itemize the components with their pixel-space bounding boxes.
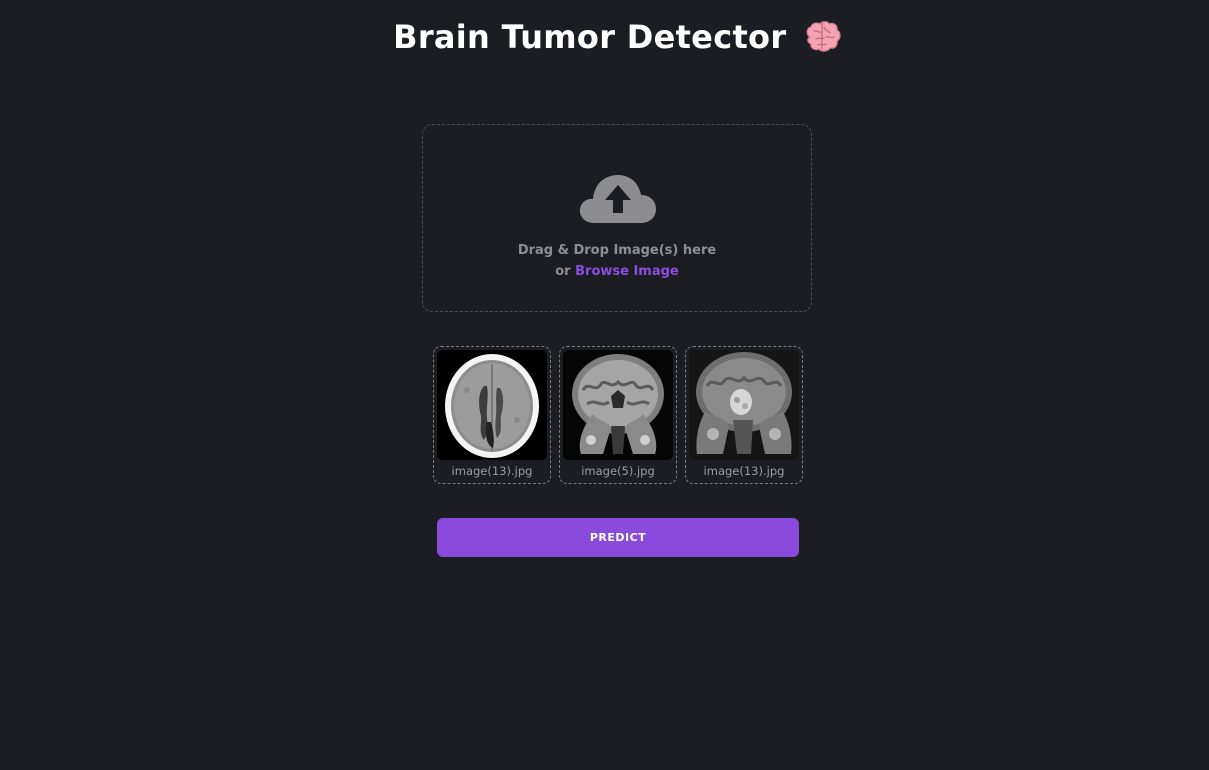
- image-dropzone[interactable]: Drag & Drop Image(s) here or Browse Imag…: [422, 124, 812, 312]
- thumbnail-filename: image(13).jpg: [451, 464, 533, 478]
- dropzone-or-text: or: [555, 264, 571, 279]
- thumbnail-image-tumor-scan: [689, 350, 799, 460]
- page-title-text: Brain Tumor Detector: [393, 18, 787, 56]
- thumbnail-filename: image(13).jpg: [703, 464, 785, 478]
- cloud-upload-icon: [579, 171, 657, 229]
- browse-image-link[interactable]: Browse Image: [575, 264, 679, 279]
- brain-icon: [804, 21, 842, 61]
- thumbnail-image-ct-scan: [437, 350, 547, 460]
- dropzone-browse-line: or Browse Image: [423, 264, 811, 279]
- thumbnail-card[interactable]: image(5).jpg: [559, 346, 677, 484]
- page-title: Brain Tumor Detector: [0, 18, 1209, 61]
- thumbnail-image-mri-scan: [563, 350, 673, 460]
- dropzone-instruction: Drag & Drop Image(s) here: [517, 243, 717, 258]
- thumbnail-card[interactable]: image(13).jpg: [433, 346, 551, 484]
- thumbnail-card[interactable]: image(13).jpg: [685, 346, 803, 484]
- page: Brain Tumor Detector Drag & Drop Image(s…: [0, 0, 1209, 770]
- predict-button[interactable]: PREDICT: [437, 518, 799, 557]
- thumbnail-filename: image(5).jpg: [581, 464, 655, 478]
